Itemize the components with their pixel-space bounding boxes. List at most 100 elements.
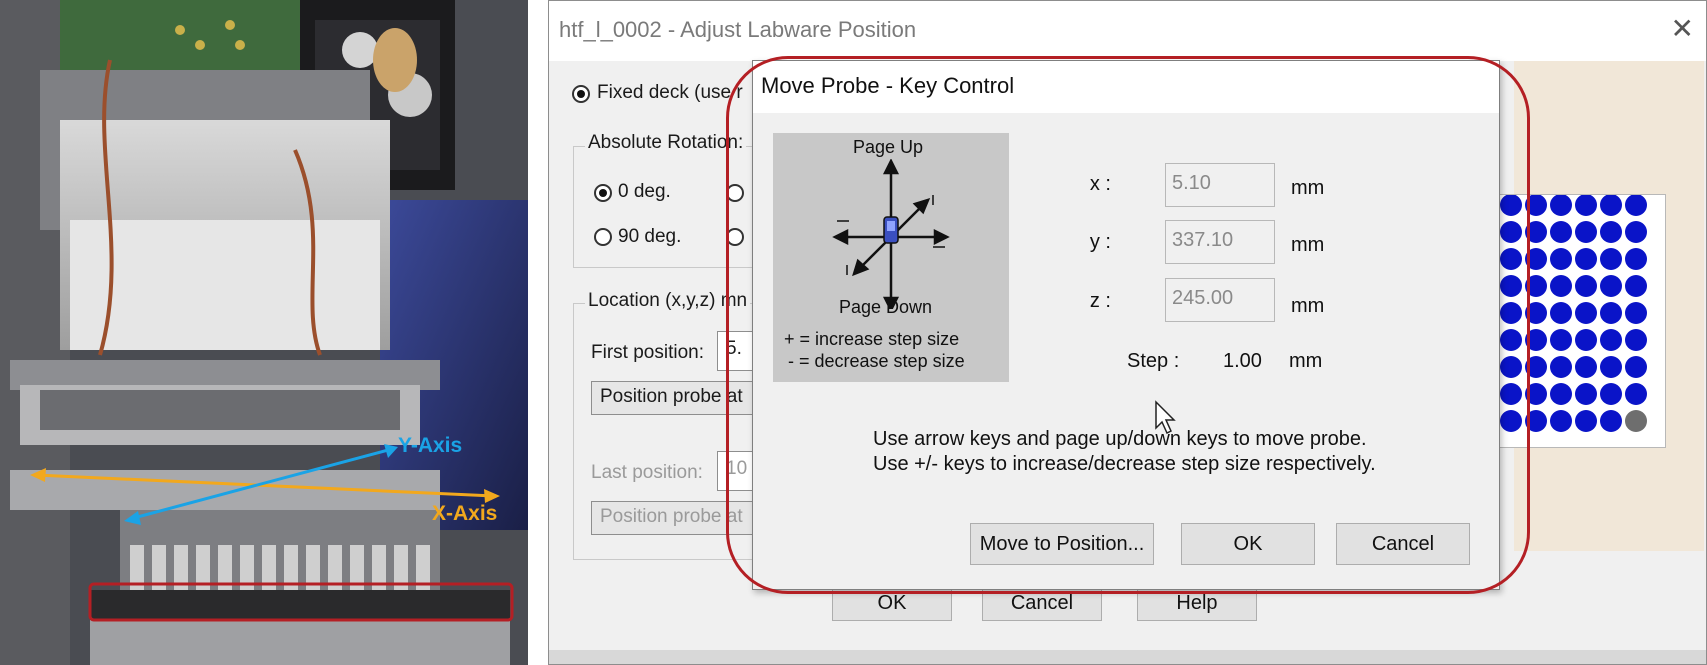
- plate-well: [1600, 221, 1622, 243]
- plate-well: [1550, 302, 1572, 324]
- dialog-titlebar: htf_l_0002 - Adjust Labware Position ✕: [549, 1, 1706, 61]
- position-probe-first-button[interactable]: Position probe at: [591, 381, 771, 415]
- plate-well: [1575, 383, 1597, 405]
- plate-well: [1550, 410, 1572, 432]
- help-text-line-1: Use arrow keys and page up/down keys to …: [873, 428, 1367, 450]
- plate-well: [1600, 410, 1622, 432]
- plate-well: [1500, 329, 1522, 351]
- plate-well: [1600, 329, 1622, 351]
- rotation-90-radio[interactable]: [594, 228, 612, 246]
- fixed-deck-radio[interactable]: [572, 85, 590, 103]
- rotation-group: [573, 146, 775, 268]
- instrument-illustration: [0, 0, 528, 665]
- x-value-field: 5.10: [1165, 163, 1275, 207]
- step-value: 1.00: [1223, 350, 1262, 372]
- rotation-group-label: Absolute Rotation:: [585, 132, 747, 154]
- plate-well: [1625, 302, 1647, 324]
- plate-well: [1550, 329, 1572, 351]
- x-axis-label: X-Axis: [432, 502, 498, 525]
- plate-well: [1575, 221, 1597, 243]
- plate-well: [1600, 194, 1622, 216]
- plate-well: [1600, 275, 1622, 297]
- plate-well: [1550, 275, 1572, 297]
- plate-well: [1525, 329, 1547, 351]
- step-label: Step :: [1127, 350, 1180, 372]
- first-position-label: First position:: [591, 342, 704, 363]
- y-axis-label: Y-Axis: [398, 434, 463, 457]
- plate-well: [1500, 383, 1522, 405]
- key-control-pad: Page Up Page Down + = increase step size…: [773, 133, 1009, 382]
- arrow-keys-icon: [832, 159, 950, 309]
- close-icon[interactable]: ✕: [1671, 15, 1694, 43]
- plate-well: [1525, 221, 1547, 243]
- plate-well: [1575, 302, 1597, 324]
- plate-well: [1525, 248, 1547, 270]
- plate-well: [1575, 410, 1597, 432]
- plate-well: [1625, 194, 1647, 216]
- move-to-position-button[interactable]: Move to Position...: [970, 523, 1154, 565]
- plate-well: [1500, 248, 1522, 270]
- move-probe-dialog: Move Probe - Key Control Page Up Page Do…: [752, 60, 1500, 590]
- plate-well: [1525, 275, 1547, 297]
- first-position-field[interactable]: 5.: [717, 331, 757, 371]
- rotation-0-radio[interactable]: [594, 184, 612, 202]
- plate-well: [1500, 194, 1522, 216]
- z-value-field: 245.00: [1165, 278, 1275, 322]
- plate-well: [1500, 410, 1522, 432]
- plate-well: [1525, 383, 1547, 405]
- z-unit: mm: [1291, 295, 1325, 317]
- plate-well: [1550, 194, 1572, 216]
- plate-well: [1500, 302, 1522, 324]
- plate-well: [1550, 221, 1572, 243]
- plate-wells: [1500, 194, 1647, 432]
- probe-cancel-button[interactable]: Cancel: [1336, 523, 1470, 565]
- y-value-field: 337.10: [1165, 220, 1275, 264]
- probe-titlebar: Move Probe - Key Control: [753, 61, 1499, 113]
- step-unit: mm: [1289, 350, 1323, 372]
- plate-well: [1575, 275, 1597, 297]
- plate-well: [1500, 221, 1522, 243]
- plate-well: [1625, 275, 1647, 297]
- plate-well: [1600, 248, 1622, 270]
- location-group-label: Location (x,y,z) mn: [585, 290, 751, 312]
- last-position-label: Last position:: [591, 462, 703, 483]
- plate-well: [1575, 248, 1597, 270]
- plate-well: [1525, 410, 1547, 432]
- instrument-photo: Y-Axis X-Axis: [0, 0, 528, 665]
- plate-well: [1575, 329, 1597, 351]
- rotation-270-radio[interactable]: [726, 228, 744, 246]
- plate-well: [1625, 410, 1647, 432]
- last-position-field[interactable]: 10: [717, 451, 757, 491]
- help-text-line-2: Use +/- keys to increase/decrease step s…: [873, 453, 1376, 475]
- probe-ok-button[interactable]: OK: [1181, 523, 1315, 565]
- plate-well: [1525, 356, 1547, 378]
- plate-well: [1600, 302, 1622, 324]
- page-up-label: Page Up: [853, 137, 924, 157]
- plate-well: [1600, 383, 1622, 405]
- plate-well: [1500, 275, 1522, 297]
- rotation-90-label: 90 deg.: [618, 226, 682, 247]
- plate-well: [1525, 194, 1547, 216]
- plate-well: [1550, 383, 1572, 405]
- fixed-deck-label: Fixed deck (use r: [597, 82, 743, 103]
- plate-well: [1575, 194, 1597, 216]
- plate-well: [1500, 356, 1522, 378]
- position-probe-last-button[interactable]: Position probe at: [591, 501, 771, 535]
- plate-well: [1575, 356, 1597, 378]
- plate-well: [1625, 383, 1647, 405]
- x-label: x :: [1089, 173, 1111, 195]
- plate-well: [1525, 302, 1547, 324]
- mouse-cursor-icon: [1155, 400, 1176, 435]
- rotation-180-radio[interactable]: [726, 184, 744, 202]
- page-down-label: Page Down: [839, 297, 933, 317]
- plate-well: [1600, 356, 1622, 378]
- plate-well: [1550, 356, 1572, 378]
- x-unit: mm: [1291, 177, 1325, 199]
- plate-well: [1550, 248, 1572, 270]
- dialog-title: htf_l_0002 - Adjust Labware Position: [559, 17, 917, 42]
- y-label: y :: [1089, 231, 1111, 253]
- y-unit: mm: [1291, 234, 1325, 256]
- plate-well: [1625, 248, 1647, 270]
- z-label: z :: [1089, 290, 1111, 312]
- decrease-step-hint: - = decrease step size: [788, 351, 965, 371]
